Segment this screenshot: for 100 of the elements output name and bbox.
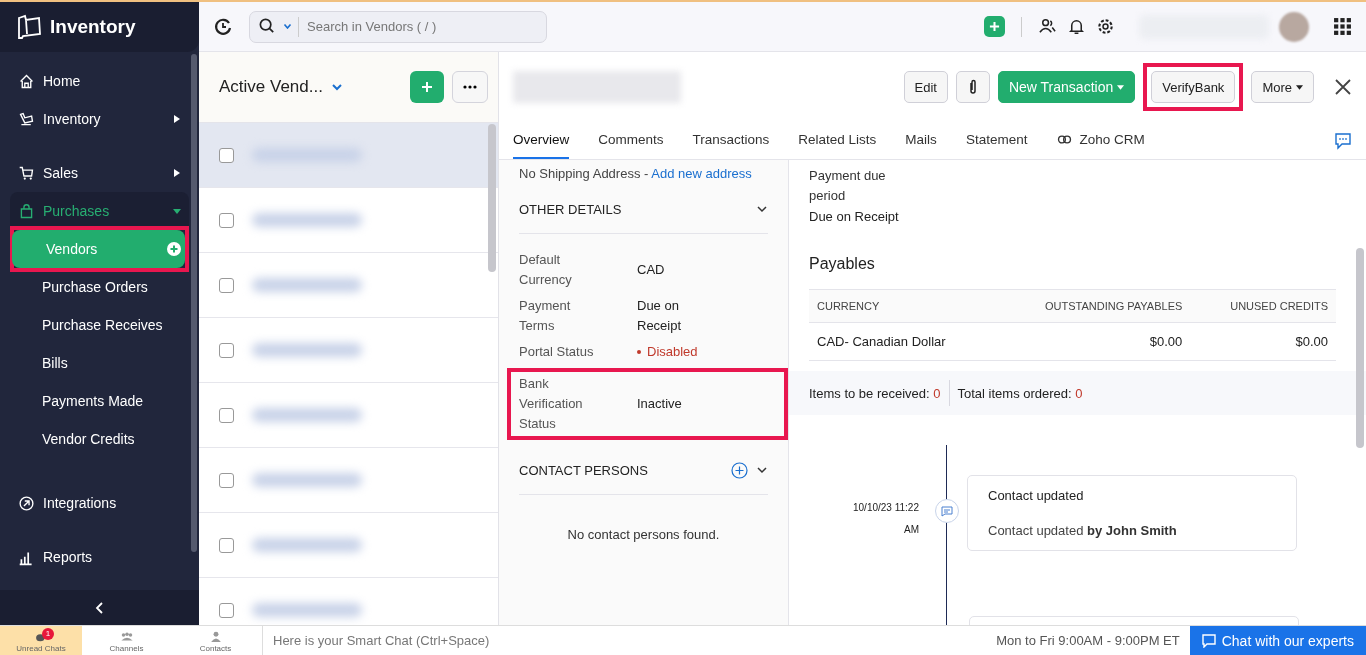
column-header: UNUSED CREDITS: [1190, 289, 1336, 323]
tab[interactable]: Statement: [965, 122, 1028, 159]
plus-icon: [989, 21, 1000, 32]
tab[interactable]: Related Lists: [798, 122, 877, 159]
more-button[interactable]: More: [1251, 71, 1314, 103]
sidebar-subitem[interactable]: Vendor Credits: [8, 420, 189, 458]
chat-tab[interactable]: 1 Unread Chats: [0, 626, 82, 655]
timestamp: 10/10/23 11:22 AM: [852, 501, 919, 537]
activity-title: Contact updated: [988, 488, 1085, 503]
bag-icon: [18, 202, 35, 220]
section-title: CONTACT PERSONS: [519, 462, 649, 478]
table-cell: $0.00: [1190, 322, 1336, 361]
add-icon[interactable]: [731, 461, 748, 479]
chevron-down-icon[interactable]: [756, 203, 768, 215]
chat-tab[interactable]: Channels: [82, 626, 171, 655]
sidebar-item[interactable]: Sales: [10, 154, 189, 192]
checkbox[interactable]: [219, 602, 234, 618]
shipping-address-text: No Shipping Address - Add new address: [519, 166, 753, 181]
caret-icon: [1296, 84, 1303, 90]
checkbox[interactable]: [219, 407, 234, 423]
search-field[interactable]: Search in Vendors ( / ): [305, 18, 538, 35]
field-value: CAD: [637, 261, 666, 279]
caret-down-icon: [173, 206, 181, 216]
support-hours: Mon to Fri 9:00AM - 9:00PM ET: [995, 632, 1181, 650]
sidebar-subitem[interactable]: Payments Made: [8, 382, 189, 420]
chat-tab[interactable]: Contacts: [171, 626, 260, 655]
book-icon: [16, 14, 42, 40]
checkbox[interactable]: [219, 147, 234, 163]
more-icon: [463, 85, 477, 89]
field-value: Disabled: [647, 343, 698, 361]
tab[interactable]: Comments: [598, 122, 664, 159]
close-icon[interactable]: [1334, 78, 1352, 96]
field-value: Due on Receipt: [637, 297, 683, 335]
action-button[interactable]: Edit: [903, 71, 948, 103]
field-value: Inactive: [637, 395, 683, 413]
action-button[interactable]: VerifyBank: [1151, 71, 1236, 103]
table-cell: $0.00: [994, 322, 1191, 361]
scrollbar[interactable]: [488, 124, 496, 272]
tab[interactable]: Mails: [905, 122, 937, 159]
caret-right-icon: [173, 168, 181, 178]
settings-icon[interactable]: [1096, 17, 1115, 36]
tab[interactable]: Zoho CRM: [1056, 122, 1145, 159]
group-icon: [118, 630, 135, 644]
field-label: Payment Terms: [519, 297, 572, 335]
tab[interactable]: Transactions: [692, 122, 770, 159]
scrollbar[interactable]: [1356, 248, 1364, 448]
column-header: CURRENCY: [809, 289, 995, 323]
checkbox[interactable]: [219, 537, 234, 553]
activity-text: Contact updated by John Smith: [988, 523, 1178, 538]
chat-button[interactable]: Chat with our experts: [1189, 626, 1366, 655]
app-title: Inventory: [50, 16, 136, 38]
apps-grid-icon[interactable]: [1333, 17, 1352, 36]
comment-icon[interactable]: [1334, 131, 1352, 150]
history-icon[interactable]: [213, 16, 233, 37]
avatar[interactable]: [1279, 11, 1309, 42]
summary-text: Total items ordered: 0: [957, 385, 1084, 401]
cart-icon: [18, 164, 35, 182]
sidebar-subitem[interactable]: Purchase Orders: [8, 268, 189, 306]
people-icon[interactable]: [1038, 17, 1057, 36]
comment-icon: [935, 499, 959, 523]
add-button[interactable]: [410, 71, 444, 103]
column-header: OUTSTANDING PAYABLES: [994, 289, 1191, 323]
checkbox[interactable]: [219, 277, 234, 293]
caret-right-icon: [173, 114, 181, 124]
add-address-link[interactable]: Add new address: [651, 166, 752, 181]
count-badge: 1: [42, 628, 54, 640]
field-label: Bank Verification Status: [519, 375, 584, 433]
sidebar-subitem[interactable]: Purchase Receives: [8, 306, 189, 344]
field-label: Default Currency: [519, 251, 573, 289]
search-bar[interactable]: Search in Vendors ( / ): [249, 10, 547, 43]
view-title[interactable]: Active Vend...: [219, 77, 323, 97]
empty-message: No contact persons found.: [566, 526, 721, 542]
plus-icon: [421, 81, 433, 93]
sidebar-item[interactable]: Integrations: [10, 484, 189, 522]
chevron-down-icon[interactable]: [756, 464, 768, 476]
sidebar-item[interactable]: Inventory: [10, 100, 189, 138]
sidebar-item[interactable]: Reports: [10, 538, 189, 576]
summary-text: Items to be received: 0: [809, 385, 942, 401]
checkbox[interactable]: [219, 472, 234, 488]
field-label: Portal Status: [519, 343, 595, 361]
bell-icon[interactable]: [1067, 17, 1086, 36]
attach-button[interactable]: [955, 71, 990, 103]
chevron-left-icon: [93, 600, 106, 615]
more-button[interactable]: [452, 71, 488, 103]
search-icon: [258, 17, 277, 36]
section-title: OTHER DETAILS: [519, 201, 623, 217]
section-title: Payables: [809, 255, 876, 273]
checkbox[interactable]: [219, 342, 234, 358]
sidebar-subitem[interactable]: Bills: [8, 344, 189, 382]
scrollbar[interactable]: [191, 54, 197, 552]
sidebar-item[interactable]: Home: [10, 62, 189, 100]
add-icon[interactable]: [167, 242, 181, 256]
chat-icon: [1201, 633, 1216, 648]
home-icon: [18, 72, 35, 90]
field-value: Due on Receipt: [809, 208, 900, 226]
add-button[interactable]: [984, 16, 1005, 37]
checkbox[interactable]: [219, 212, 234, 228]
field-label: Payment due period: [809, 167, 887, 205]
caret-icon: [1117, 84, 1125, 90]
chevron-down-icon: [283, 24, 292, 29]
